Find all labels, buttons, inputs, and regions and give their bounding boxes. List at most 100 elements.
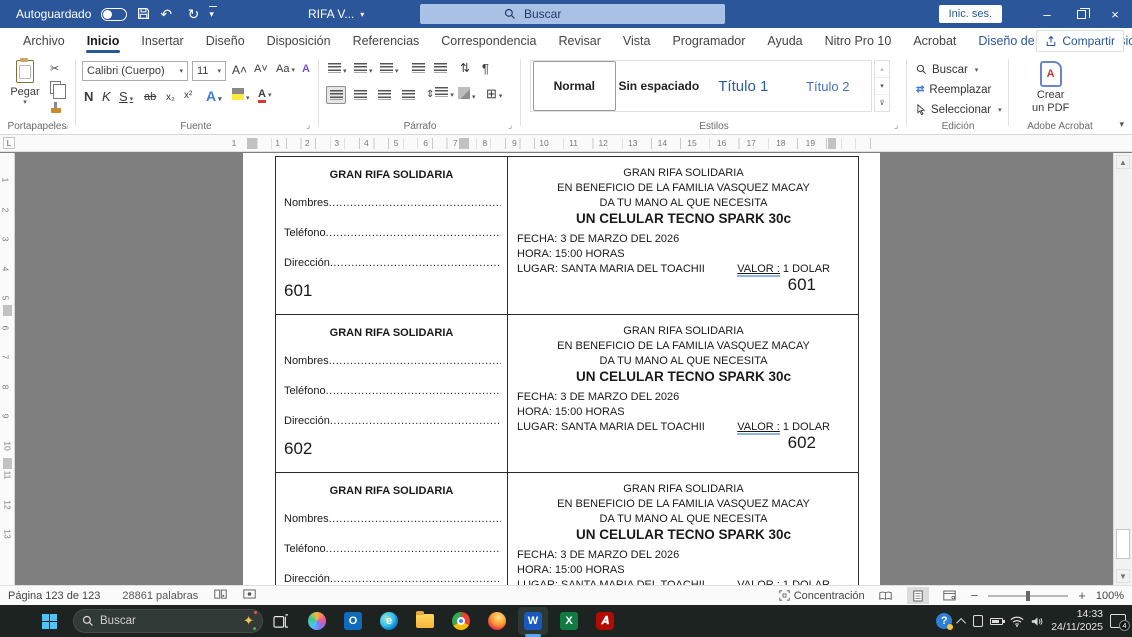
tab-archivo[interactable]: Archivo bbox=[12, 28, 76, 54]
document-page[interactable]: GRAN RIFA SOLIDARIA Nombres.............… bbox=[243, 153, 880, 585]
raffle-ticket[interactable]: GRAN RIFA SOLIDARIA Nombres.............… bbox=[276, 315, 858, 473]
tab-disposici-n[interactable]: Disposición bbox=[256, 28, 342, 54]
italic-button[interactable]: K bbox=[102, 89, 111, 104]
outlook-button[interactable]: O bbox=[338, 607, 368, 635]
tab-selector[interactable]: L bbox=[3, 137, 15, 149]
acrobat-button[interactable]: 𝑨 bbox=[590, 607, 620, 635]
text-effects-button[interactable]: A bbox=[206, 88, 222, 104]
tab-referencias[interactable]: Referencias bbox=[342, 28, 431, 54]
bold-button[interactable]: N bbox=[84, 89, 93, 104]
taskbar-search-input[interactable] bbox=[100, 615, 210, 627]
pilcrow-button[interactable]: ¶ bbox=[482, 61, 489, 76]
style-card-t-tulo-1[interactable]: Título 1 bbox=[702, 61, 784, 111]
document-area[interactable]: 12345678910111213 GRAN RIFA SOLIDARIA No… bbox=[0, 153, 1132, 585]
font-name-combo[interactable]: Calibri (Cuerpo) bbox=[82, 61, 188, 81]
excel-button[interactable]: X bbox=[554, 607, 584, 635]
zoom-in-button[interactable]: + bbox=[1078, 588, 1086, 603]
battery-icon[interactable] bbox=[990, 618, 1003, 625]
sort-button[interactable]: ⇅ bbox=[460, 61, 470, 75]
format-painter-button[interactable] bbox=[50, 102, 62, 117]
decrease-indent-button[interactable] bbox=[412, 63, 425, 76]
multilevel-list-button[interactable] bbox=[380, 63, 399, 76]
start-button[interactable] bbox=[34, 607, 64, 635]
align-center-button[interactable] bbox=[350, 86, 370, 104]
save-icon[interactable] bbox=[137, 7, 150, 22]
raffle-ticket[interactable]: GRAN RIFA SOLIDARIA Nombres.............… bbox=[276, 157, 858, 315]
clipboard-dialog-launcher[interactable]: ⌟ bbox=[64, 120, 68, 131]
autosave-toggle[interactable] bbox=[101, 8, 127, 21]
zoom-slider[interactable] bbox=[988, 595, 1068, 597]
page-indicator[interactable]: Página 123 de 123 bbox=[8, 590, 100, 602]
style-card-sin-espaciado[interactable]: Sin espaciado bbox=[618, 61, 700, 111]
tab-insertar[interactable]: Insertar bbox=[130, 28, 194, 54]
styles-dialog-launcher[interactable]: ⌟ bbox=[894, 120, 898, 131]
help-icon[interactable]: ? bbox=[936, 613, 952, 629]
superscript-button[interactable]: x² bbox=[184, 90, 192, 101]
scroll-down-arrow[interactable]: ▼ bbox=[1116, 569, 1130, 583]
proofing-icon[interactable] bbox=[214, 589, 227, 603]
subscript-button[interactable]: x₂ bbox=[166, 92, 175, 103]
tab-revisar[interactable]: Revisar bbox=[547, 28, 611, 54]
cut-button[interactable]: ✂ bbox=[50, 62, 59, 75]
bullets-button[interactable] bbox=[328, 63, 347, 76]
close-button[interactable]: × bbox=[1098, 0, 1132, 28]
clear-formatting-button[interactable]: A bbox=[302, 63, 310, 75]
tray-expand-icon[interactable] bbox=[956, 617, 966, 627]
taskbar-search[interactable]: ✦ bbox=[73, 609, 263, 633]
firefox-button[interactable] bbox=[482, 607, 512, 635]
strikethrough-button[interactable]: ab bbox=[144, 91, 156, 103]
shading-button[interactable] bbox=[458, 87, 476, 102]
vertical-scrollbar[interactable]: ▲ ▼ bbox=[1113, 153, 1132, 585]
underline-button[interactable]: S bbox=[119, 89, 133, 104]
tab-ayuda[interactable]: Ayuda bbox=[756, 28, 813, 54]
paste-button[interactable]: Pegar ▾ bbox=[6, 60, 44, 106]
read-mode-button[interactable] bbox=[875, 587, 897, 604]
shrink-font-button[interactable]: A˅ bbox=[254, 63, 268, 75]
tab-acrobat[interactable]: Acrobat bbox=[902, 28, 967, 54]
justify-button[interactable] bbox=[398, 86, 418, 104]
chrome-button[interactable] bbox=[446, 607, 476, 635]
style-card-normal[interactable]: Normal bbox=[533, 61, 616, 111]
collapse-ribbon-icon[interactable]: ▾ bbox=[1119, 119, 1124, 130]
tab-programador[interactable]: Programador bbox=[661, 28, 756, 54]
font-dialog-launcher[interactable]: ⌟ bbox=[306, 120, 310, 131]
word-button[interactable]: W bbox=[518, 607, 548, 635]
raffle-ticket[interactable]: GRAN RIFA SOLIDARIA Nombres.............… bbox=[276, 473, 858, 585]
zoom-level[interactable]: 100% bbox=[1096, 590, 1124, 602]
copilot-button[interactable] bbox=[302, 607, 332, 635]
restore-button[interactable] bbox=[1064, 0, 1098, 28]
scroll-up-arrow[interactable]: ▲ bbox=[1116, 155, 1130, 169]
share-button[interactable]: Compartir bbox=[1036, 30, 1124, 52]
line-spacing-button[interactable]: ⇕ bbox=[426, 87, 454, 100]
tab-correspondencia[interactable]: Correspondencia bbox=[430, 28, 547, 54]
tab-inicio[interactable]: Inicio bbox=[76, 28, 131, 54]
device-icon[interactable] bbox=[973, 615, 983, 627]
zoom-out-button[interactable]: − bbox=[971, 588, 979, 603]
styles-gallery-expand[interactable]: ⊽ bbox=[875, 95, 889, 111]
find-button[interactable]: Buscar bbox=[916, 61, 1002, 78]
task-view-button[interactable] bbox=[266, 607, 296, 635]
copy-button[interactable] bbox=[50, 81, 61, 97]
redo-icon[interactable]: ↻ bbox=[188, 7, 200, 21]
horizontal-ruler[interactable]: L 112345678910111213141516171819 bbox=[0, 135, 1132, 152]
borders-button[interactable]: ⊞ bbox=[486, 86, 502, 102]
clock[interactable]: 14:3324/11/2025 bbox=[1051, 608, 1103, 634]
raffle-table[interactable]: GRAN RIFA SOLIDARIA Nombres.............… bbox=[275, 156, 859, 585]
align-right-button[interactable] bbox=[374, 86, 394, 104]
style-card-t-tulo-2[interactable]: Título 2 bbox=[787, 61, 869, 111]
web-layout-button[interactable] bbox=[939, 587, 961, 604]
document-title[interactable]: RIFA V...▾ bbox=[308, 0, 364, 28]
notification-icon[interactable]: 4 bbox=[1110, 614, 1126, 628]
replace-button[interactable]: ⇄ Reemplazar bbox=[916, 81, 1002, 98]
vertical-ruler[interactable]: 12345678910111213 bbox=[0, 153, 15, 585]
focus-mode-button[interactable]: Concentración bbox=[779, 590, 865, 602]
macro-record-icon[interactable] bbox=[243, 589, 256, 602]
file-explorer-button[interactable] bbox=[410, 607, 440, 635]
edge-button[interactable]: e bbox=[374, 607, 404, 635]
styles-scroll-up[interactable]: ▴ bbox=[875, 61, 889, 77]
volume-icon[interactable] bbox=[1031, 616, 1044, 627]
quick-access-customize-icon[interactable]: ▾ bbox=[209, 10, 214, 19]
increase-indent-button[interactable] bbox=[434, 63, 447, 76]
scrollbar-thumb[interactable] bbox=[1116, 529, 1130, 559]
change-case-button[interactable]: Aa bbox=[276, 63, 295, 75]
